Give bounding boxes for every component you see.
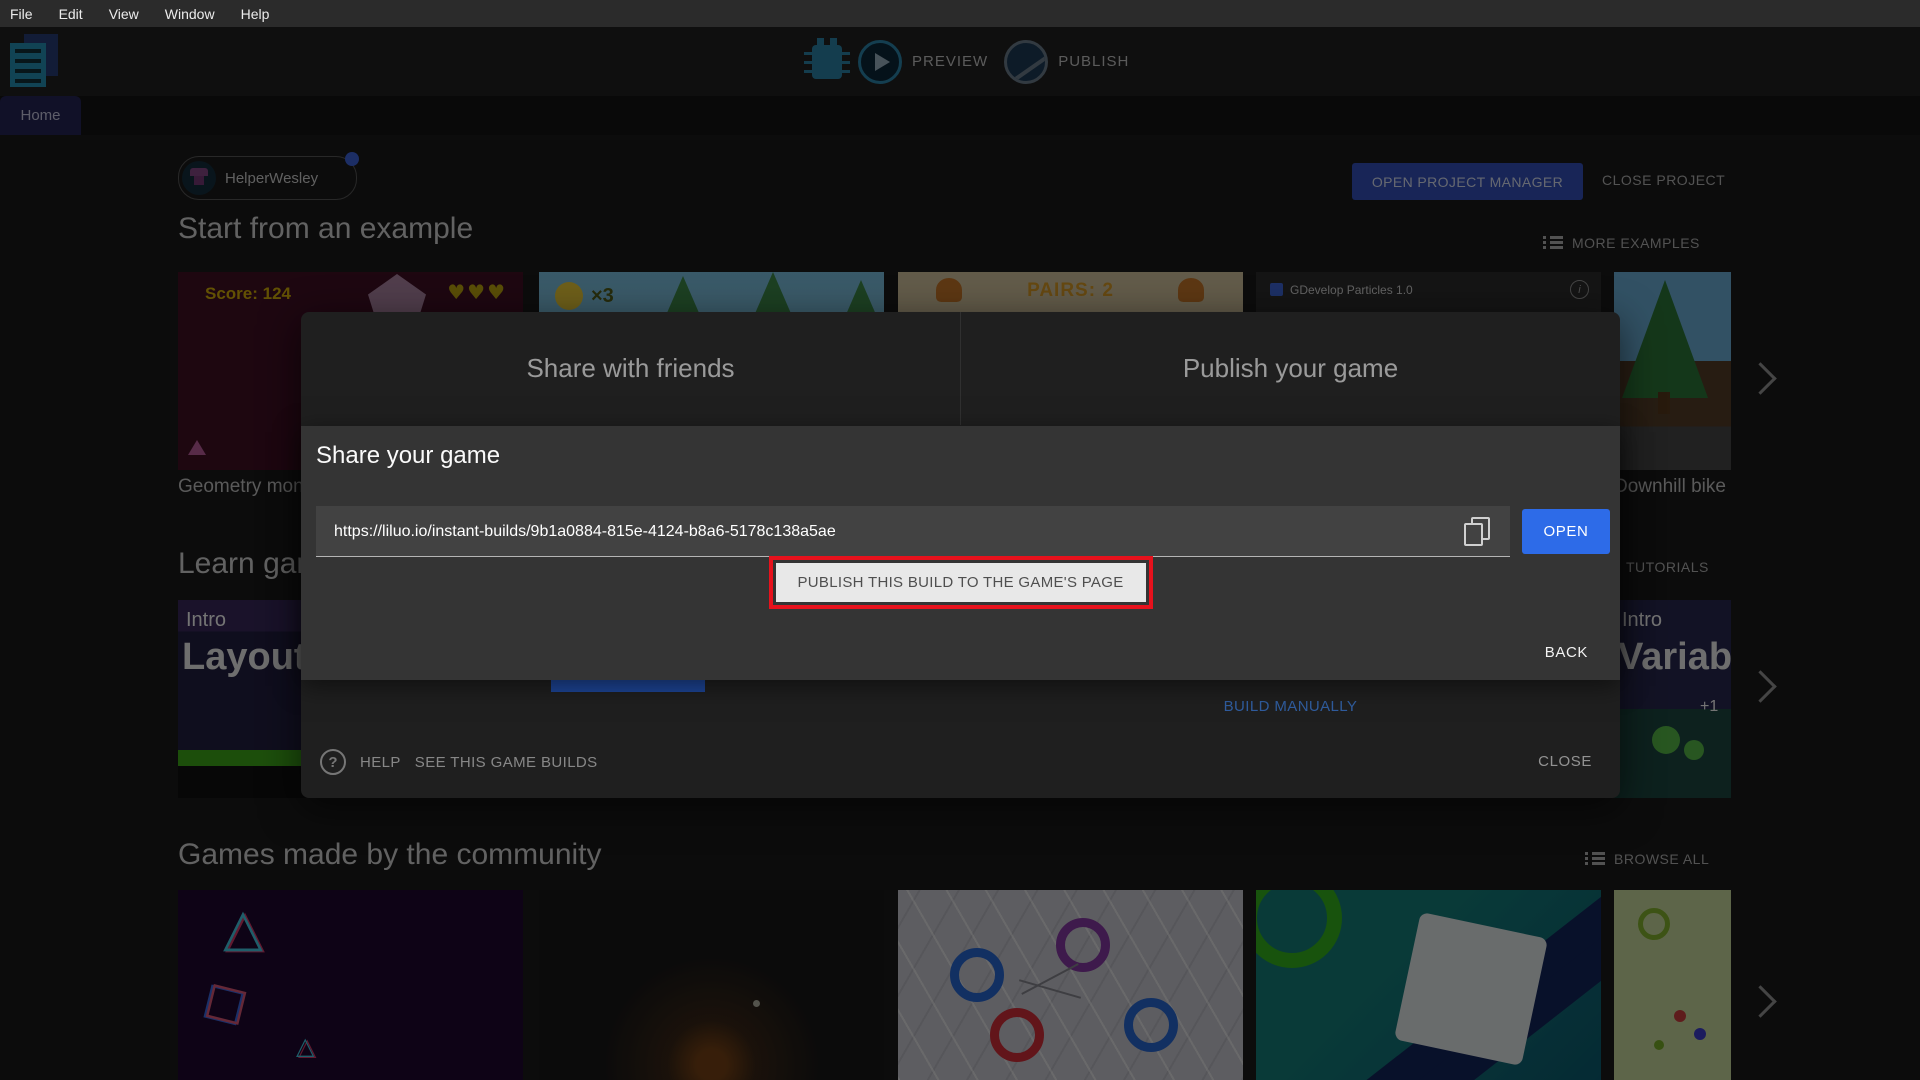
share-your-game-dialog: Share your game OPEN PUBLISH THIS BUILD … — [301, 426, 1620, 680]
copy-icon[interactable] — [1464, 517, 1492, 546]
open-link-button[interactable]: OPEN — [1522, 509, 1610, 554]
annotation-highlight: PUBLISH THIS BUILD TO THE GAME'S PAGE — [768, 556, 1153, 609]
menu-help[interactable]: Help — [228, 6, 283, 22]
build-url-input[interactable] — [332, 506, 1456, 558]
menu-edit[interactable]: Edit — [46, 6, 96, 22]
build-url-field — [316, 506, 1510, 558]
menu-view[interactable]: View — [96, 6, 152, 22]
menu-bar: File Edit View Window Help — [0, 0, 1920, 27]
share-dialog-title: Share your game — [316, 442, 501, 469]
menu-window[interactable]: Window — [152, 6, 228, 22]
menu-file[interactable]: File — [0, 6, 46, 22]
publish-this-build-button[interactable]: PUBLISH THIS BUILD TO THE GAME'S PAGE — [775, 563, 1146, 602]
back-button[interactable]: BACK — [1545, 644, 1588, 661]
